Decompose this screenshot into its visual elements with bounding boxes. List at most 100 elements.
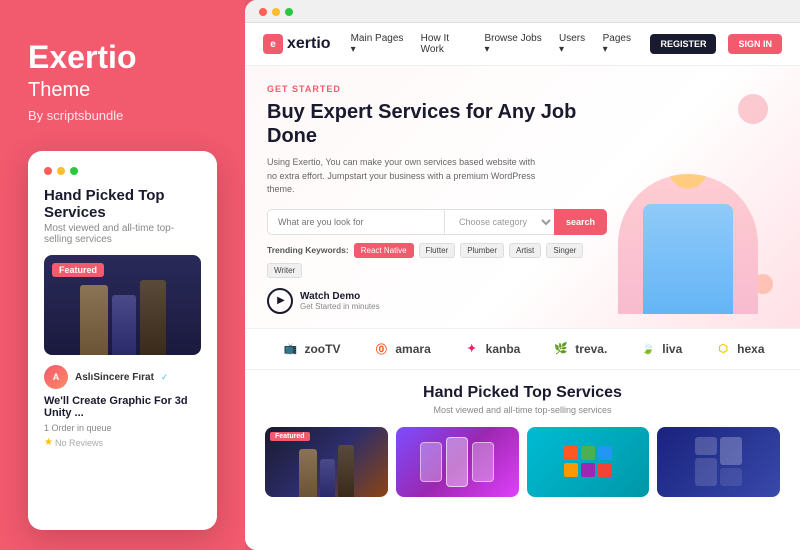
amara-icon: ⓪	[371, 339, 391, 359]
hexa-label: hexa	[737, 342, 764, 356]
search-input[interactable]	[267, 209, 444, 235]
nav-main-pages[interactable]: Main Pages ▾	[351, 33, 411, 55]
treva-icon: 🌿	[551, 339, 571, 359]
brand-zootv: 📺 zooTV	[280, 339, 340, 359]
mobile-orders: 1 Order in queue	[44, 423, 201, 433]
trending-label: Trending Keywords:	[267, 245, 349, 255]
category-select[interactable]: Choose category	[444, 209, 554, 235]
hero-description: Using Exertio, You can make your own ser…	[267, 156, 547, 197]
register-button[interactable]: REGISTER	[650, 34, 716, 54]
app-col-2	[720, 437, 742, 486]
trending-tag-react[interactable]: React Native	[354, 243, 414, 258]
mobile-preview-card: Hand Picked Top Services Most viewed and…	[28, 151, 217, 530]
watch-text-block: Watch Demo Get Started in minutes	[300, 291, 380, 311]
mobile-section-sub: Most viewed and all-time top-selling ser…	[44, 223, 201, 245]
character-3	[140, 280, 166, 355]
character-1	[80, 285, 108, 355]
phone-2	[446, 437, 468, 487]
logo-text: xertio	[287, 35, 331, 53]
amara-label: amara	[395, 342, 430, 356]
verified-icon: ✓	[161, 372, 169, 383]
window-dots	[44, 167, 201, 175]
app-block-1	[695, 437, 717, 455]
person-body	[643, 204, 733, 314]
phone-1	[420, 442, 442, 482]
signin-button[interactable]: SIGN IN	[728, 34, 782, 54]
trending-tag-plumber[interactable]: Plumber	[460, 243, 504, 258]
cube-4	[564, 463, 578, 477]
browser-dot-green[interactable]	[285, 8, 293, 16]
nav-links: Main Pages ▾ How It Work Browse Jobs ▾ U…	[351, 33, 639, 55]
no-reviews-label: No Reviews	[55, 438, 103, 448]
hero-section: GET STARTED Buy Expert Services for Any …	[245, 66, 800, 328]
cube-5	[581, 463, 595, 477]
play-icon: ▶	[277, 295, 285, 306]
get-started-label: GET STARTED	[267, 84, 608, 94]
char-c	[338, 445, 354, 497]
service-card-3[interactable]	[527, 427, 650, 497]
app-col-1	[695, 437, 717, 486]
mobile-featured-image: Featured	[44, 255, 201, 355]
service-card-1[interactable]: Featured	[265, 427, 388, 497]
watch-sublabel: Get Started in minutes	[300, 302, 380, 311]
play-button[interactable]: ▶	[267, 288, 293, 314]
service-card-4[interactable]	[657, 427, 780, 497]
trending-keywords: Trending Keywords: React Native Flutter …	[267, 243, 608, 278]
mobile-username: AslıSincere Fırat	[75, 372, 154, 383]
hero-right	[618, 84, 778, 314]
mobile-rating: ★ No Reviews	[44, 437, 201, 448]
service-card-2[interactable]	[396, 427, 519, 497]
trending-tag-singer[interactable]: Singer	[546, 243, 583, 258]
cube-3	[598, 446, 612, 460]
right-panel: e xertio Main Pages ▾ How It Work Browse…	[245, 0, 800, 550]
brand-subtitle: Theme	[28, 79, 217, 102]
browser-dot-red[interactable]	[259, 8, 267, 16]
character-2	[112, 295, 136, 355]
zootv-icon: 📺	[280, 339, 300, 359]
search-bar: Choose category search	[267, 209, 607, 235]
hero-left: GET STARTED Buy Expert Services for Any …	[267, 84, 608, 314]
nav-browse-jobs[interactable]: Browse Jobs ▾	[484, 33, 549, 55]
brand-kanba: ✦ kanba	[462, 339, 521, 359]
watch-label: Watch Demo	[300, 291, 380, 302]
kanba-label: kanba	[486, 342, 521, 356]
nav-users[interactable]: Users ▾	[559, 33, 593, 55]
zootv-label: zooTV	[304, 342, 340, 356]
cube-1	[564, 446, 578, 460]
brand-treva: 🌿 treva.	[551, 339, 607, 359]
brand-by: By scriptsbundle	[28, 108, 217, 123]
liva-icon: 🍃	[638, 339, 658, 359]
browser-dot-yellow[interactable]	[272, 8, 280, 16]
nav-pages[interactable]: Pages ▾	[603, 33, 639, 55]
cube-visual	[564, 446, 612, 477]
brand-amara: ⓪ amara	[371, 339, 430, 359]
trending-tag-flutter[interactable]: Flutter	[419, 243, 456, 258]
search-button[interactable]: search	[554, 209, 607, 235]
nav-logo: e xertio	[263, 34, 331, 54]
kanba-icon: ✦	[462, 339, 482, 359]
left-panel: Exertio Theme By scriptsbundle Hand Pick…	[0, 0, 245, 550]
services-section: Hand Picked Top Services Most viewed and…	[245, 370, 800, 550]
mobile-user-row: A AslıSincere Fırat ✓	[44, 365, 201, 389]
char-a	[299, 449, 317, 497]
phone-3	[472, 442, 494, 482]
hero-title: Buy Expert Services for Any Job Done	[267, 100, 608, 148]
navbar: e xertio Main Pages ▾ How It Work Browse…	[245, 23, 800, 66]
website-content: e xertio Main Pages ▾ How It Work Browse…	[245, 23, 800, 550]
trending-tag-writer[interactable]: Writer	[267, 263, 302, 278]
treva-label: treva.	[575, 342, 607, 356]
dot-red	[44, 167, 52, 175]
brand-title: Exertio	[28, 40, 217, 75]
decor-circle-1	[738, 94, 768, 124]
person-head	[668, 174, 708, 189]
browser-chrome	[245, 0, 800, 23]
brand-liva: 🍃 liva	[638, 339, 682, 359]
trending-tag-artist[interactable]: Artist	[509, 243, 541, 258]
nav-how-it-work[interactable]: How It Work	[421, 33, 475, 55]
liva-label: liva	[662, 342, 682, 356]
brands-bar: 📺 zooTV ⓪ amara ✦ kanba 🌿 treva. 🍃 liva …	[245, 328, 800, 370]
char-b	[320, 459, 335, 497]
app-block-2	[695, 458, 717, 486]
hexa-icon: ⬡	[713, 339, 733, 359]
dot-yellow	[57, 167, 65, 175]
